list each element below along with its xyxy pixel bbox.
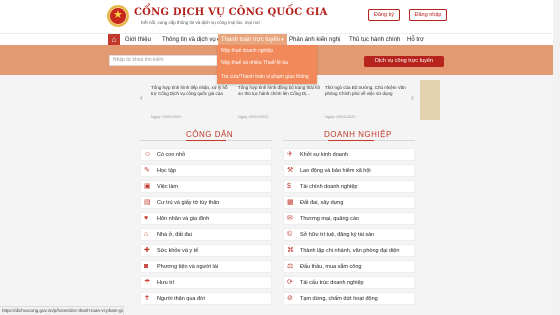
citizen-item[interactable]: ☂ Hưu trí <box>140 276 272 289</box>
business-item[interactable]: ⚒ Lao động và bảo hiểm xã hội <box>283 164 415 177</box>
item-label: Nhà ở, đất đai <box>157 232 192 238</box>
restructure-icon: ⟳ <box>287 279 293 286</box>
news-title: Thứ ngỏ của Bộ trưởng, Chủ nhiệm Văn phò… <box>325 85 406 96</box>
item-label: Hưu trí <box>157 280 175 286</box>
stop-icon: ⊘ <box>287 295 293 302</box>
payment-dropdown-menu: Nộp thuế doanh nghiệp Nộp thuế và nhiều … <box>217 45 317 84</box>
business-heading: DOANH NGHIỆP <box>324 130 392 139</box>
citizen-item[interactable]: ▤ Cư trú và giấy tờ tùy thân <box>140 196 272 209</box>
item-label: Khởi sự kinh doanh <box>300 152 348 158</box>
nav-label: Thông tin và dịch vụ <box>162 37 216 43</box>
item-label: Đất đai, xây dựng <box>300 200 344 206</box>
nav-label: Thanh toán trực tuyến <box>221 37 281 43</box>
item-label: Việc làm <box>157 184 178 190</box>
citizen-item[interactable]: ♥ Hôn nhân và gia đình <box>140 212 272 225</box>
dropdown-item-tax-fees[interactable]: Nộp thuế và nhiều Thuế/ lệ ba <box>221 60 288 66</box>
login-button[interactable]: Đăng nhập <box>409 9 447 21</box>
item-label: Lao động và bảo hiểm xã hội <box>300 168 371 174</box>
divider <box>283 140 415 141</box>
startup-icon: ✈ <box>287 151 293 158</box>
citizen-item[interactable]: ✝ Người thân qua đời <box>140 292 272 305</box>
citizen-item[interactable]: ✎ Học tập <box>140 164 272 177</box>
business-item[interactable]: ⌘ Thành lập chi nhánh, văn phòng đại diện <box>283 244 415 257</box>
retirement-icon: ☂ <box>144 279 151 286</box>
chevron-down-icon: ▾ <box>281 37 284 43</box>
news-thumbnail[interactable] <box>420 80 440 120</box>
study-icon: ✎ <box>144 167 150 174</box>
item-label: Tạm dừng, chấm dứt hoạt động <box>300 296 378 302</box>
chevron-left-icon[interactable]: ‹ <box>140 93 143 102</box>
business-item[interactable]: ✈ Khởi sự kinh doanh <box>283 148 415 161</box>
construction-icon: ▦ <box>287 199 294 206</box>
citizen-item[interactable]: ✚ Sức khỏe và y tế <box>140 244 272 257</box>
item-label: Người thân qua đời <box>157 296 205 302</box>
car-icon: ◙ <box>144 263 149 270</box>
citizen-heading: CÔNG DÂN <box>186 130 234 139</box>
item-label: Đấu thầu, mua sắm công <box>300 264 362 270</box>
item-label: Có con nhỏ <box>157 152 186 158</box>
dropdown-item-business-tax[interactable]: Nộp thuế doanh nghiệp <box>221 48 273 54</box>
item-label: Hôn nhân và gia đình <box>157 216 210 222</box>
bidding-icon: ⚖ <box>287 263 294 270</box>
id-card-icon: ▤ <box>144 199 151 206</box>
register-button[interactable]: Đăng ký <box>368 9 400 21</box>
scrollbar[interactable] <box>553 0 560 315</box>
news-item[interactable]: Tổng hợp tình hình đồng bộ trạng thái hồ… <box>238 84 320 119</box>
business-item[interactable]: ⊘ Tạm dừng, chấm dứt hoạt động <box>283 292 415 305</box>
family-icon: ♥ <box>144 215 149 222</box>
item-label: Thương mại, quảng cáo <box>300 216 359 222</box>
health-icon: ✚ <box>144 247 150 254</box>
branch-icon: ⌘ <box>287 247 294 254</box>
business-item[interactable]: ▦ Đất đai, xây dựng <box>283 196 415 209</box>
site-subtitle: Kết nối, cung cấp thông tin và dịch vụ c… <box>141 20 260 25</box>
news-title: Tổng hợp tình hình tiếp nhận, xử lý hỗ t… <box>151 85 228 96</box>
item-label: Thành lập chi nhánh, văn phòng đại diện <box>300 248 400 254</box>
item-label: Cư trú và giấy tờ tùy thân <box>157 200 220 206</box>
business-item[interactable]: ⚖ Đấu thầu, mua sắm công <box>283 260 415 273</box>
labor-icon: ⚒ <box>287 167 294 174</box>
item-label: Sức khỏe và y tế <box>157 248 199 254</box>
mourning-icon: ✝ <box>144 295 150 302</box>
online-services-button[interactable]: Dịch vụ công trực tuyến <box>364 56 444 67</box>
news-date: Ngày 04/04/2020 <box>325 114 356 119</box>
status-bar-url: https://dichvucong.gov.vn/p/home/dvc-tha… <box>0 306 124 315</box>
item-label: Tài chính doanh nghiệp <box>300 184 358 190</box>
news-date: Ngày 09/04/2020 <box>238 114 269 119</box>
item-label: Tái cấu trúc doanh nghiệp <box>300 280 364 286</box>
citizen-item[interactable]: ◙ Phương tiện và người lái <box>140 260 272 273</box>
citizen-item[interactable]: ▣ Việc làm <box>140 180 272 193</box>
briefcase-icon: ▣ <box>144 183 151 190</box>
header: CỔNG DỊCH VỤ CÔNG QUỐC GIA Kết nối, cung… <box>0 0 560 33</box>
child-icon: ☺ <box>144 151 152 158</box>
dropdown-item-traffic-violation[interactable]: Tra cứu/Thanh toán vi phạm giao thông <box>221 74 309 80</box>
site-title[interactable]: CỔNG DỊCH VỤ CÔNG QUỐC GIA <box>134 7 328 18</box>
news-date: Ngày 13/04/2020 <box>151 114 182 119</box>
citizen-item[interactable]: ⌂ Nhà ở, đất đai <box>140 228 272 241</box>
item-label: Sở hữu trí tuệ, đăng ký tài sản <box>300 232 375 238</box>
item-label: Phương tiện và người lái <box>157 264 219 270</box>
divider <box>140 140 272 141</box>
item-label: Học tập <box>157 168 176 174</box>
news-item[interactable]: Tổng hợp tình hình tiếp nhận, xử lý hỗ t… <box>151 84 233 119</box>
chevron-right-icon[interactable]: › <box>411 93 414 102</box>
finance-icon: $ <box>287 183 291 190</box>
business-item[interactable]: © Sở hữu trí tuệ, đăng ký tài sản <box>283 228 415 241</box>
news-title: Tổng hợp tình hình đồng bộ trạng thái hồ… <box>238 85 320 96</box>
business-item[interactable]: ✉ Thương mại, quảng cáo <box>283 212 415 225</box>
news-item[interactable]: Thứ ngỏ của Bộ trưởng, Chủ nhiệm Văn phò… <box>325 84 407 119</box>
national-emblem-icon[interactable] <box>107 5 129 27</box>
main-nav: ⌂ Giới thiệu Thông tin và dịch vụ▾ Thanh… <box>0 33 560 46</box>
business-item[interactable]: ⟳ Tái cấu trúc doanh nghiệp <box>283 276 415 289</box>
commerce-icon: ✉ <box>287 215 293 222</box>
ip-icon: © <box>287 231 293 238</box>
citizen-item[interactable]: ☺ Có con nhỏ <box>140 148 272 161</box>
house-icon: ⌂ <box>144 231 149 238</box>
business-item[interactable]: $ Tài chính doanh nghiệp <box>283 180 415 193</box>
